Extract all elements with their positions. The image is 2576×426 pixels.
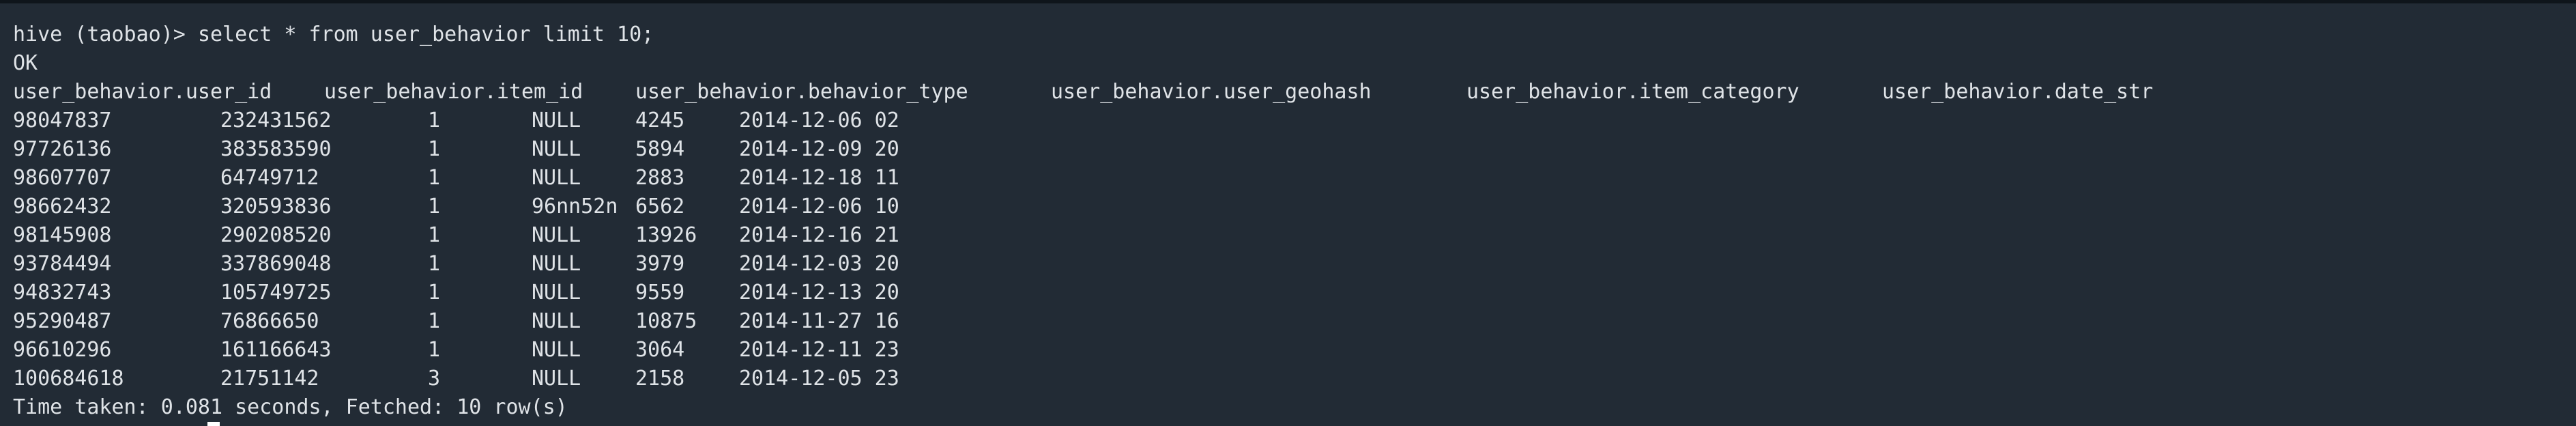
cell-behavior-type: 1 xyxy=(428,223,441,247)
text-cursor xyxy=(207,422,220,426)
prompt: hive (taobao)> xyxy=(13,23,186,46)
cell-date-str: 2014-12-06 10 xyxy=(739,195,899,218)
header-item-category: user_behavior.item_category xyxy=(1466,80,1799,104)
terminal-output[interactable]: hive (taobao)> select * from user_behavi… xyxy=(0,0,2576,426)
cell-item-id: 383583590 xyxy=(220,137,332,161)
cell-date-str: 2014-12-06 02 xyxy=(739,109,899,132)
table-row: 98145908 290208520 1 NULL 13926 2014-12-16 21 xyxy=(13,221,1105,250)
cell-date-str: 2014-12-16 21 xyxy=(739,223,899,247)
cell-user-id: 98145908 xyxy=(13,223,112,247)
cell-user-geohash: NULL xyxy=(532,309,581,333)
table-row: 94832743 105749725 1 NULL 9559 2014-12-13 20 xyxy=(13,279,1105,307)
cell-user-geohash: NULL xyxy=(532,367,581,390)
cell-date-str: 2014-12-18 11 xyxy=(739,166,899,190)
table-row: 100684618 21751142 3 NULL 2158 2014-12-05 23 xyxy=(13,365,1105,393)
cell-user-id: 96610296 xyxy=(13,338,112,362)
table-row: 93784494 337869048 1 NULL 3979 2014-12-03 20 xyxy=(13,250,1105,279)
cell-user-geohash: NULL xyxy=(532,281,581,304)
cell-behavior-type: 1 xyxy=(428,252,441,276)
cell-user-id: 95290487 xyxy=(13,309,112,333)
cell-item-id: 320593836 xyxy=(220,195,332,218)
cell-behavior-type: 1 xyxy=(428,195,441,218)
cell-user-id: 97726136 xyxy=(13,137,112,161)
command-line: hive (taobao)> select * from user_behavi… xyxy=(13,20,654,49)
cell-item-category: 3979 xyxy=(635,252,685,276)
cell-date-str: 2014-12-03 20 xyxy=(739,252,899,276)
cell-date-str: 2014-12-05 23 xyxy=(739,367,899,390)
cell-item-category: 10875 xyxy=(635,309,697,333)
cell-user-geohash: NULL xyxy=(532,338,581,362)
cell-user-id: 100684618 xyxy=(13,367,124,390)
cell-behavior-type: 1 xyxy=(428,281,441,304)
cell-item-id: 105749725 xyxy=(220,281,332,304)
cell-item-category: 4245 xyxy=(635,109,685,132)
cell-behavior-type: 3 xyxy=(428,367,441,390)
table-row: 97726136 383583590 1 NULL 5894 2014-12-09 20 xyxy=(13,135,1105,164)
cell-user-geohash: NULL xyxy=(532,252,581,276)
table-row: 98047837 232431562 1 NULL 4245 2014-12-06 02 xyxy=(13,106,1105,135)
cell-item-id: 161166643 xyxy=(220,338,332,362)
cell-user-id: 94832743 xyxy=(13,281,112,304)
cell-item-id: 21751142 xyxy=(220,367,319,390)
table-header: user_behavior.user_id user_behavior.item… xyxy=(13,78,2538,106)
query-text: select * from user_behavior limit 10; xyxy=(197,23,654,46)
cell-user-geohash: NULL xyxy=(532,109,581,132)
cell-user-id: 98607707 xyxy=(13,166,112,190)
cell-item-id: 290208520 xyxy=(220,223,332,247)
cell-behavior-type: 1 xyxy=(428,309,441,333)
header-user-geohash: user_behavior.user_geohash xyxy=(1051,80,1372,104)
cell-item-category: 5894 xyxy=(635,137,685,161)
cell-item-category: 2158 xyxy=(635,367,685,390)
cell-item-category: 9559 xyxy=(635,281,685,304)
cell-date-str: 2014-11-27 16 xyxy=(739,309,899,333)
header-behavior-type: user_behavior.behavior_type xyxy=(635,80,968,104)
summary-line: Time taken: 0.081 seconds, Fetched: 10 r… xyxy=(13,395,568,419)
cell-user-geohash: 96nn52n xyxy=(532,195,618,218)
cell-item-category: 2883 xyxy=(635,166,685,190)
cell-user-geohash: NULL xyxy=(532,223,581,247)
cell-behavior-type: 1 xyxy=(428,109,441,132)
header-user-id: user_behavior.user_id xyxy=(13,80,272,104)
cell-item-id: 232431562 xyxy=(220,109,332,132)
cell-user-geohash: NULL xyxy=(532,166,581,190)
cell-item-category: 13926 xyxy=(635,223,697,247)
table-row: 98607707 64749712 1 NULL 2883 2014-12-18 11 xyxy=(13,164,1105,193)
cell-user-id: 98047837 xyxy=(13,109,112,132)
cell-date-str: 2014-12-11 23 xyxy=(739,338,899,362)
cell-item-id: 76866650 xyxy=(220,309,319,333)
cell-behavior-type: 1 xyxy=(428,338,441,362)
cell-user-id: 93784494 xyxy=(13,252,112,276)
table-row: 96610296 161166643 1 NULL 3064 2014-12-11 23 xyxy=(13,336,1105,365)
cell-behavior-type: 1 xyxy=(428,166,441,190)
cell-item-category: 6562 xyxy=(635,195,685,218)
cell-user-geohash: NULL xyxy=(532,137,581,161)
cell-user-id: 98662432 xyxy=(13,195,112,218)
header-date-str: user_behavior.date_str xyxy=(1882,80,2154,104)
cell-date-str: 2014-12-13 20 xyxy=(739,281,899,304)
cell-item-id: 64749712 xyxy=(220,166,319,190)
cell-date-str: 2014-12-09 20 xyxy=(739,137,899,161)
cell-item-id: 337869048 xyxy=(220,252,332,276)
cell-behavior-type: 1 xyxy=(428,137,441,161)
status-line: OK xyxy=(13,51,38,75)
table-row: 98662432 320593836 1 96nn52n 6562 2014-12-06 … xyxy=(13,193,1105,221)
cell-item-category: 3064 xyxy=(635,338,685,362)
header-item-id: user_behavior.item_id xyxy=(324,80,583,104)
table-row: 95290487 76866650 1 NULL 10875 2014-11-27 16 xyxy=(13,307,1105,336)
